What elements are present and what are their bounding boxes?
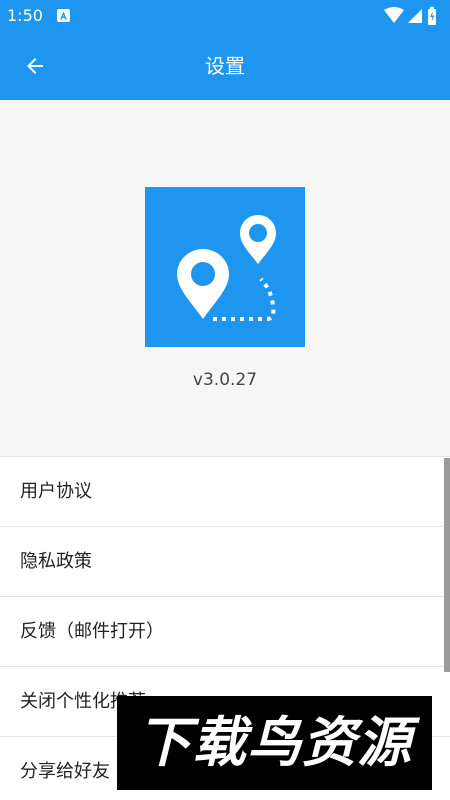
- menu-item-label: 隐私政策: [20, 551, 92, 572]
- menu-item-feedback[interactable]: 反馈（邮件打开）: [0, 596, 450, 666]
- status-bar: 1:50: [0, 0, 450, 32]
- menu-item-user-agreement[interactable]: 用户协议: [0, 456, 450, 526]
- watermark-text: 下载鸟资源: [137, 711, 412, 774]
- page-title: 设置: [205, 54, 245, 78]
- menu-item-label: 分享给好友: [20, 761, 110, 782]
- signal-icon: [408, 9, 422, 23]
- top-bar: 1:50 设置: [0, 0, 450, 100]
- route-map-pins-icon: [177, 215, 276, 321]
- menu-item-label: 用户协议: [20, 481, 92, 502]
- scrollbar-thumb[interactable]: [444, 458, 450, 672]
- menu-item-privacy-policy[interactable]: 隐私政策: [0, 526, 450, 596]
- watermark-banner: 下载鸟资源: [117, 696, 432, 790]
- version-label: v3.0.27: [192, 370, 258, 390]
- app-bar: 设置: [0, 32, 450, 100]
- notification-a-icon: [57, 9, 70, 22]
- menu-item-label: 反馈（邮件打开）: [20, 621, 164, 642]
- app-logo: [145, 187, 305, 347]
- settings-screen: 1:50 设置 v3.0.27 用户协议 隐私政策 反馈（邮件打开） 关闭个性化…: [0, 0, 450, 800]
- status-time: 1:50: [7, 6, 43, 25]
- app-info-header: v3.0.27: [0, 100, 450, 456]
- status-icons: [384, 7, 436, 25]
- battery-icon: [428, 7, 436, 25]
- wifi-icon: [384, 7, 404, 23]
